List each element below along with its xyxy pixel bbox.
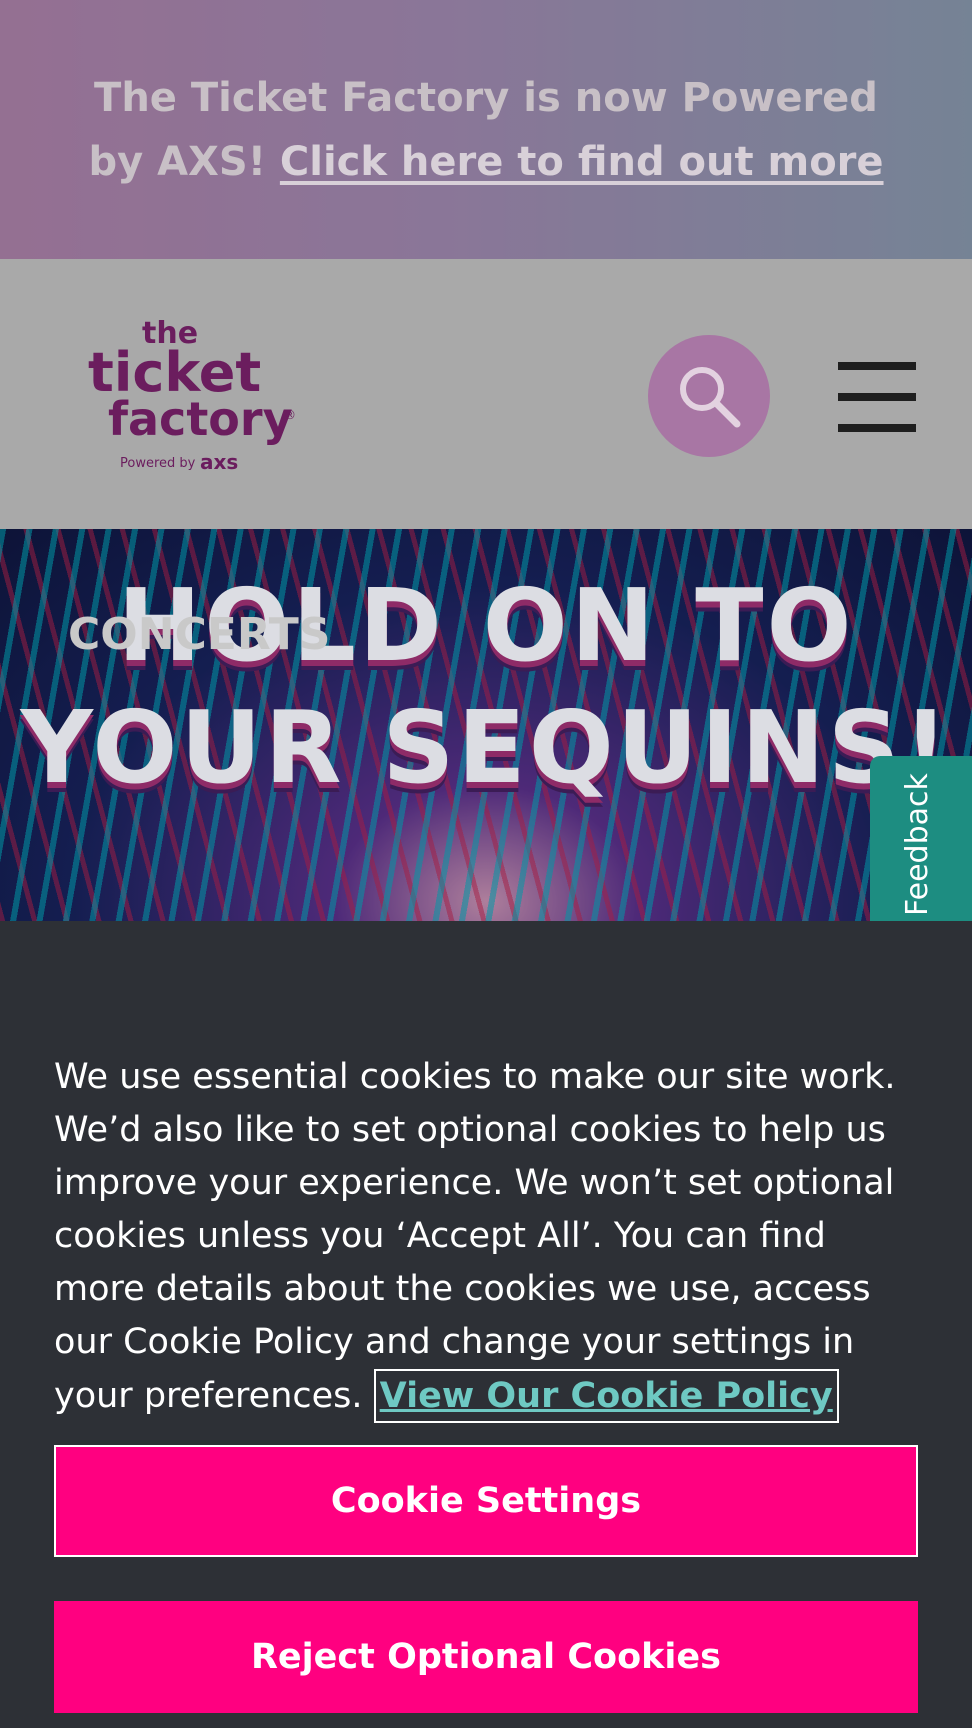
hero-headline: HOLD ON TO YOUR SEQUINS! xyxy=(20,567,952,806)
promo-banner: The Ticket Factory is now Powered by AXS… xyxy=(0,0,972,259)
cookie-settings-button[interactable]: Cookie Settings xyxy=(54,1445,918,1557)
hero-banner[interactable]: HOLD ON TO YOUR SEQUINS! CONCERTS xyxy=(0,529,972,921)
cookie-message: We use essential cookies to make our sit… xyxy=(54,1051,924,1423)
menu-bar-middle xyxy=(838,393,916,401)
cookie-consent-banner: We use essential cookies to make our sit… xyxy=(0,921,972,1728)
site-header: the ticket factory ® Powered by axs xyxy=(0,259,972,529)
menu-bar-top xyxy=(838,362,916,370)
search-icon xyxy=(680,367,741,428)
logo-tagline-brand: axs xyxy=(200,450,238,474)
promo-text: The Ticket Factory is now Powered by AXS… xyxy=(60,66,912,194)
hero-category-label: CONCERTS xyxy=(68,609,331,660)
feedback-tab[interactable]: Feedback xyxy=(870,756,972,921)
search-button[interactable] xyxy=(648,335,770,457)
logo-tagline-prefix: Powered by xyxy=(120,456,196,471)
reject-optional-cookies-button[interactable]: Reject Optional Cookies xyxy=(54,1601,918,1713)
logo-line3: factory xyxy=(108,392,293,446)
feedback-label: Feedback xyxy=(900,773,935,916)
logo-registered: ® xyxy=(284,408,296,422)
cookie-policy-link[interactable]: View Our Cookie Policy xyxy=(373,1369,839,1423)
cookie-message-text: We use essential cookies to make our sit… xyxy=(54,1057,896,1416)
menu-bar-bottom xyxy=(838,424,916,432)
the-ticket-factory-logo[interactable]: the ticket factory ® Powered by axs xyxy=(88,315,308,475)
hamburger-menu-icon[interactable] xyxy=(838,362,916,432)
promo-link[interactable]: Click here to find out more xyxy=(280,139,884,185)
